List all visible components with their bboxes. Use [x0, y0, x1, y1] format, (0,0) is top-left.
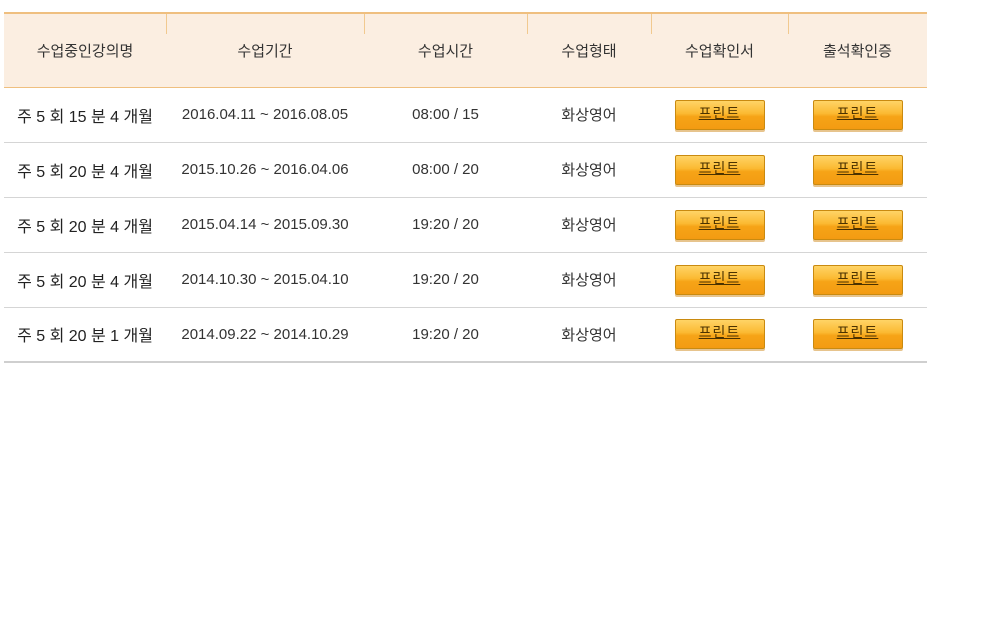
print-attendance-button[interactable]: 프린트 [812, 99, 903, 130]
confirm-cell: 프린트 [651, 142, 788, 198]
header-separator [166, 14, 167, 34]
header-label: 출석확인증 [822, 41, 892, 60]
header-separator [651, 14, 652, 34]
table-header: 수업중인강의명 수업기간 수업시간 수업형태 수업확인서 출석확인증 [4, 12, 927, 88]
print-attendance-button[interactable]: 프린트 [812, 264, 903, 295]
type-cell: 화상영어 [527, 142, 651, 198]
header-label: 수업기간 [237, 41, 293, 60]
table-body: 주 5 회 15 분 4 개월 2016.04.11 ~ 2016.08.05 … [4, 87, 927, 363]
header-separator [527, 14, 528, 34]
table-row: 주 5 회 20 분 4 개월 2015.04.14 ~ 2015.09.30 … [4, 197, 927, 253]
time-cell: 19:20 / 20 [364, 252, 527, 308]
header-row: 수업중인강의명 수업기간 수업시간 수업형태 수업확인서 출석확인증 [4, 12, 927, 88]
class-history-table: 수업중인강의명 수업기간 수업시간 수업형태 수업확인서 출석확인증 주 5 회… [4, 12, 927, 363]
attendance-cell: 프린트 [788, 142, 927, 198]
course-name-cell: 주 5 회 20 분 1 개월 [4, 307, 166, 363]
header-label: 수업확인서 [684, 41, 754, 60]
header-label: 수업시간 [417, 41, 474, 60]
type-cell: 화상영어 [527, 307, 651, 363]
time-cell: 08:00 / 20 [364, 142, 527, 198]
attendance-cell: 프린트 [788, 197, 927, 253]
attendance-cell: 프린트 [788, 87, 927, 143]
period-cell: 2015.10.26 ~ 2016.04.06 [166, 142, 364, 198]
period-cell: 2016.04.11 ~ 2016.08.05 [166, 87, 364, 143]
table-row: 주 5 회 20 분 4 개월 2014.10.30 ~ 2015.04.10 … [4, 252, 927, 308]
print-attendance-button[interactable]: 프린트 [812, 154, 903, 185]
confirm-cell: 프린트 [651, 197, 788, 253]
header-attendance-certificate: 출석확인증 [788, 12, 927, 88]
table-row: 주 5 회 20 분 1 개월 2014.09.22 ~ 2014.10.29 … [4, 307, 927, 363]
course-name-cell: 주 5 회 20 분 4 개월 [4, 142, 166, 198]
attendance-cell: 프린트 [788, 307, 927, 363]
period-cell: 2015.04.14 ~ 2015.09.30 [166, 197, 364, 253]
confirm-cell: 프린트 [651, 307, 788, 363]
header-time: 수업시간 [364, 12, 527, 88]
course-name-cell: 주 5 회 15 분 4 개월 [4, 87, 166, 143]
header-course-name: 수업중인강의명 [4, 12, 166, 88]
time-cell: 19:20 / 20 [364, 307, 527, 363]
header-separator [364, 14, 365, 34]
table-row: 주 5 회 15 분 4 개월 2016.04.11 ~ 2016.08.05 … [4, 87, 927, 143]
time-cell: 19:20 / 20 [364, 197, 527, 253]
header-separator [788, 14, 789, 34]
print-confirmation-button[interactable]: 프린트 [674, 154, 765, 185]
header-period: 수업기간 [166, 12, 364, 88]
period-cell: 2014.10.30 ~ 2015.04.10 [166, 252, 364, 308]
print-attendance-button[interactable]: 프린트 [812, 209, 903, 240]
class-history-panel: 수업중인강의명 수업기간 수업시간 수업형태 수업확인서 출석확인증 주 5 회… [4, 12, 927, 363]
header-label: 수업중인강의명 [36, 41, 134, 60]
course-name-cell: 주 5 회 20 분 4 개월 [4, 197, 166, 253]
course-name-cell: 주 5 회 20 분 4 개월 [4, 252, 166, 308]
type-cell: 화상영어 [527, 252, 651, 308]
confirm-cell: 프린트 [651, 87, 788, 143]
table-row: 주 5 회 20 분 4 개월 2015.10.26 ~ 2016.04.06 … [4, 142, 927, 198]
type-cell: 화상영어 [527, 87, 651, 143]
print-confirmation-button[interactable]: 프린트 [674, 319, 765, 350]
print-attendance-button[interactable]: 프린트 [812, 319, 903, 350]
print-confirmation-button[interactable]: 프린트 [674, 99, 765, 130]
print-confirmation-button[interactable]: 프린트 [674, 209, 765, 240]
header-type: 수업형태 [527, 12, 651, 88]
header-label: 수업형태 [561, 41, 617, 60]
period-cell: 2014.09.22 ~ 2014.10.29 [166, 307, 364, 363]
type-cell: 화상영어 [527, 197, 651, 253]
confirm-cell: 프린트 [651, 252, 788, 308]
header-class-confirmation: 수업확인서 [651, 12, 788, 88]
print-confirmation-button[interactable]: 프린트 [674, 264, 765, 295]
attendance-cell: 프린트 [788, 252, 927, 308]
time-cell: 08:00 / 15 [364, 87, 527, 143]
